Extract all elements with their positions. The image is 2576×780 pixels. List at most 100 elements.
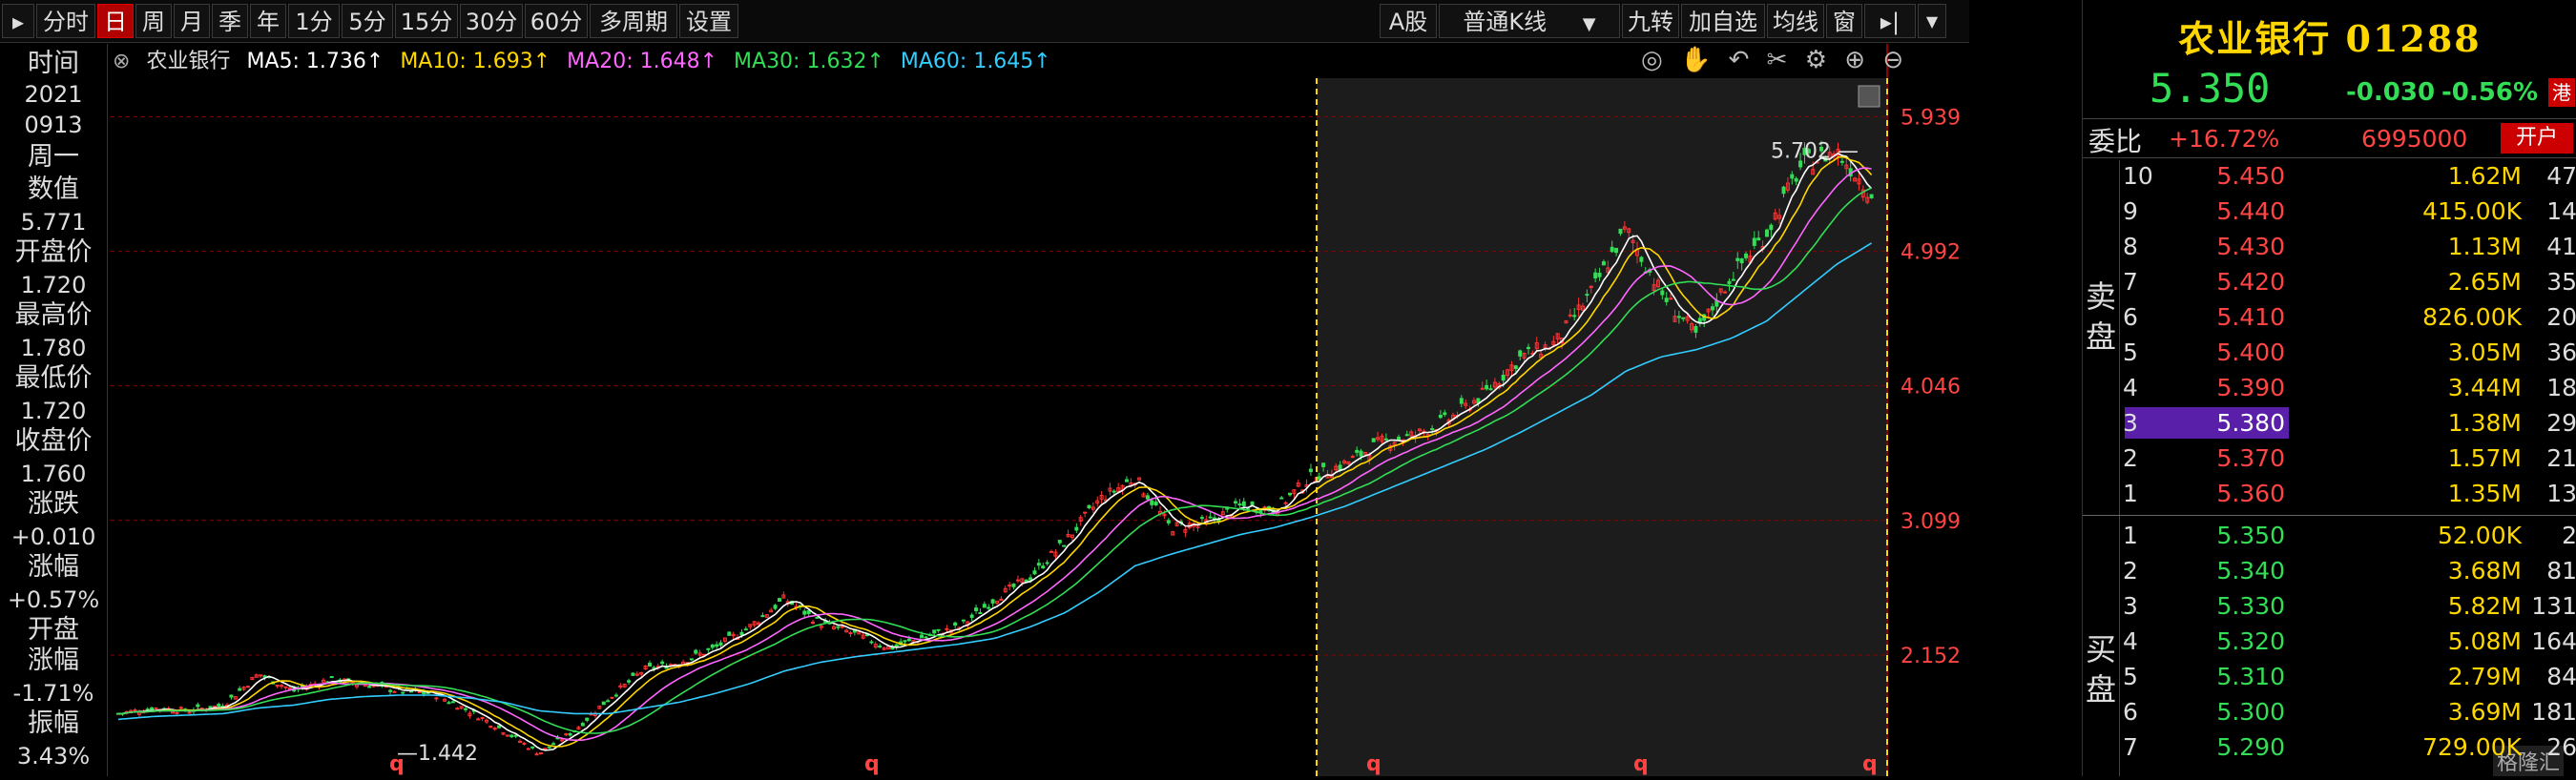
candle-body: [1769, 224, 1774, 231]
candle-body: [401, 691, 405, 694]
candle-body: [1241, 501, 1246, 506]
ask-row[interactable]: 8 5.430 1.13M 41: [2083, 229, 2576, 264]
legend-ma10[interactable]: MA10: 1.693↑: [400, 50, 551, 73]
kline-chart-svg[interactable]: 5.9394.9924.0463.0992.1525.702 ——1.442q q…: [109, 44, 1969, 776]
event-marker: q: [389, 752, 405, 776]
tab-quarterly[interactable]: 季: [212, 4, 248, 38]
candle-body: [1518, 350, 1523, 357]
ask-price: 5.360: [2216, 480, 2285, 507]
weekday-value: 周一: [28, 142, 79, 172]
ma-lines-button[interactable]: 均线: [1767, 4, 1824, 38]
bid-row[interactable]: 2 5.340 3.68M 81: [2083, 553, 2576, 588]
tab-15min[interactable]: 15分: [395, 4, 458, 38]
tab-intraday[interactable]: 分时: [36, 4, 95, 38]
candle-body: [580, 723, 585, 727]
ask-row[interactable]: 9 5.440 415.00K 14: [2083, 194, 2576, 229]
candle-body: [660, 661, 665, 665]
ask-count: 29: [2546, 409, 2576, 437]
candle-body: [848, 632, 853, 635]
legend-ma5[interactable]: MA5: 1.736↑: [246, 50, 384, 73]
bid-row[interactable]: 5 5.310 2.79M 84: [2083, 659, 2576, 694]
gear-icon[interactable]: ⚙: [1805, 46, 1827, 74]
bid-row[interactable]: 4 5.320 5.08M 164: [2083, 624, 2576, 659]
tab-30min[interactable]: 30分: [460, 4, 523, 38]
candle-body: [1111, 490, 1116, 493]
collapse-legend-icon[interactable]: ⊗: [113, 50, 130, 73]
candle-body: [1233, 501, 1237, 503]
candle-body: [1199, 517, 1204, 520]
ask-row[interactable]: 2 5.370 1.57M 21: [2083, 441, 2576, 476]
close-value: 1.760: [20, 461, 87, 487]
bid-row[interactable]: 7 5.290 729.00K 26: [2083, 729, 2576, 765]
bid-price: 5.290: [2216, 733, 2285, 761]
cursor-value: 5.771: [20, 209, 87, 236]
candle-body: [1585, 294, 1589, 297]
tab-60min[interactable]: 60分: [525, 4, 588, 38]
legend-stock-name: 农业银行: [146, 50, 231, 73]
tab-5min[interactable]: 5分: [342, 4, 393, 38]
hand-icon[interactable]: ✋: [1680, 46, 1711, 74]
ask-price: 5.420: [2216, 268, 2285, 296]
legend-ma60[interactable]: MA60: 1.645↑: [901, 50, 1051, 73]
ask-price: 5.440: [2216, 197, 2285, 225]
kline-type-select[interactable]: 普通K线 ▼: [1439, 4, 1620, 38]
bid-row[interactable]: 1 5.350 52.00K 2: [2083, 518, 2576, 553]
candle-body: [969, 614, 974, 618]
candle-body: [1371, 438, 1376, 442]
ask-volume: 2.65M: [2447, 268, 2522, 296]
candle-body: [259, 674, 263, 677]
close-icon[interactable]: [1858, 85, 1880, 108]
add-watchlist-button[interactable]: 加自选: [1681, 4, 1765, 38]
high-value: 1.780: [20, 335, 87, 361]
zoom-in-icon[interactable]: ⊕: [1844, 46, 1865, 74]
legend-ma20[interactable]: MA20: 1.648↑: [567, 50, 717, 73]
candle-body: [497, 725, 502, 729]
legend-ma30[interactable]: MA30: 1.632↑: [734, 50, 884, 73]
ask-count: 35: [2546, 268, 2576, 296]
ask-count: 13: [2546, 480, 2576, 507]
zoom-out-icon[interactable]: ⊖: [1882, 46, 1903, 74]
window-button[interactable]: 窗: [1826, 4, 1862, 38]
candle-body: [1485, 384, 1489, 390]
nine-turn-button[interactable]: 九转: [1622, 4, 1679, 38]
tab-weekly[interactable]: 周: [135, 4, 172, 38]
candle-body: [1664, 298, 1669, 302]
tab-multi-period[interactable]: 多周期: [590, 4, 677, 38]
ask-row[interactable]: 1 5.360 1.35M 13: [2083, 476, 2576, 511]
hk-market-badge: 港: [2548, 78, 2575, 107]
last-price: 5.350: [2150, 65, 2271, 112]
ask-row[interactable]: 3 5.380 1.38M 29: [2083, 405, 2576, 441]
tab-1min[interactable]: 1分: [288, 4, 340, 38]
collapse-panel-icon[interactable]: ▸|: [1864, 4, 1916, 38]
ask-row[interactable]: 10 5.450 1.62M 47: [2083, 158, 2576, 194]
market-selector[interactable]: A股: [1380, 4, 1437, 38]
kline-chart[interactable]: 5.939 4.992 4.046 3.099 2.152 5.702 — —1.442 q q…: [109, 44, 1969, 776]
bid-row[interactable]: 6 5.300 3.69M 181: [2083, 694, 2576, 729]
candle-body: [1639, 257, 1644, 262]
settings-button[interactable]: 设置: [679, 4, 738, 38]
sidebar-toggle-icon[interactable]: ▸: [2, 4, 34, 38]
candle-body: [627, 680, 632, 683]
candle-body: [1710, 306, 1714, 311]
event-marker: q: [1366, 752, 1381, 776]
more-dropdown-icon[interactable]: ▼: [1918, 4, 1946, 38]
open-account-button[interactable]: 开户: [2501, 123, 2573, 154]
undo-icon[interactable]: ↶: [1729, 46, 1750, 74]
candle-body: [1062, 544, 1067, 547]
candle-body: [283, 686, 288, 688]
tab-monthly[interactable]: 月: [174, 4, 210, 38]
bid-row[interactable]: 3 5.330 5.82M 131: [2083, 588, 2576, 624]
candle-body: [1041, 565, 1046, 569]
time-label: 时间: [28, 49, 79, 78]
y-tick-label: 2.152: [1901, 645, 1961, 668]
ask-row[interactable]: 4 5.390 3.44M 18: [2083, 370, 2576, 405]
scissors-icon[interactable]: ✂: [1767, 46, 1788, 74]
tab-yearly[interactable]: 年: [250, 4, 286, 38]
order-diff-volume: 6995000: [2361, 125, 2468, 153]
candle-body: [145, 708, 150, 711]
tab-daily[interactable]: 日: [97, 4, 134, 38]
ask-row[interactable]: 6 5.410 826.00K 20: [2083, 299, 2576, 335]
ask-row[interactable]: 5 5.400 3.05M 36: [2083, 335, 2576, 370]
ask-row[interactable]: 7 5.420 2.65M 35: [2083, 264, 2576, 299]
eye-icon[interactable]: ◎: [1641, 46, 1663, 74]
